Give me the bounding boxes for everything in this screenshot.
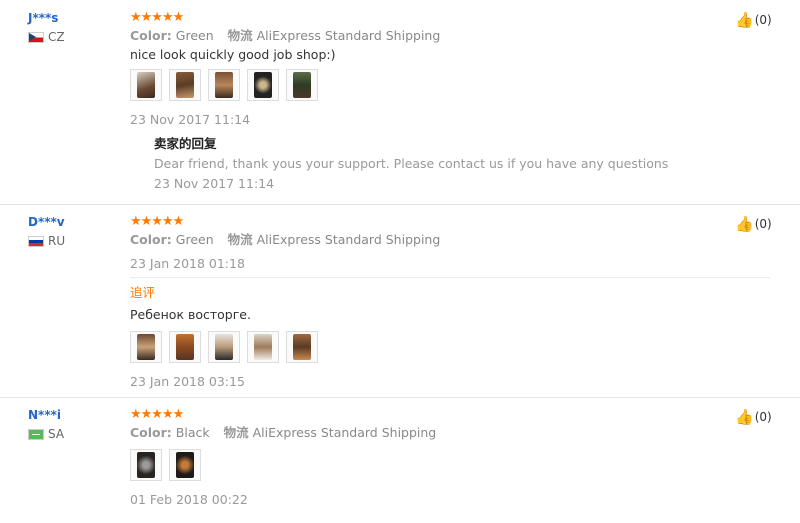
review-item: N***i SA ★★★★★ Color: Black 物流 AliExpres… — [0, 397, 800, 523]
color-label: Color: — [130, 425, 172, 440]
flag-cz-icon — [28, 31, 44, 43]
helpful-button[interactable]: 👍 (0) — [735, 408, 772, 426]
review-date: 01 Feb 2018 00:22 — [130, 492, 248, 507]
flag-ru-icon — [28, 235, 44, 247]
shipping-value: AliExpress Standard Shipping — [252, 425, 437, 440]
thumbs-up-icon: 👍 — [735, 11, 754, 29]
reviewer-info: N***i SA — [28, 407, 64, 441]
star-rating: ★★★★★ — [130, 10, 184, 25]
thumbs-up-icon: 👍 — [735, 215, 754, 233]
order-info: Color: Green 物流 AliExpress Standard Ship… — [130, 230, 730, 249]
helpful-count: (0) — [754, 217, 772, 231]
country-code: RU — [48, 234, 66, 248]
star-rating: ★★★★★ — [130, 407, 184, 422]
review-item: J***s CZ ★★★★★ Color: Green 物流 AliExpres… — [0, 0, 800, 205]
reply-text: Dear friend, thank yous your support. Pl… — [154, 156, 669, 171]
reviewer-country: RU — [28, 234, 65, 248]
review-photos — [130, 69, 730, 101]
star-rating: ★★★★★ — [130, 214, 184, 229]
review-text: nice look quickly good job shop:) — [130, 47, 336, 62]
additional-review: 追评 Ребенок восторге. 23 Jan 2018 03:15 — [130, 283, 730, 392]
review-photo[interactable] — [286, 331, 318, 363]
review-photos — [130, 331, 730, 363]
color-value: Black — [175, 425, 210, 440]
review-content: ★★★★★ Color: Black 物流 AliExpress Standar… — [130, 407, 730, 510]
additional-review-date: 23 Jan 2018 03:15 — [130, 374, 245, 389]
additional-review-label: 追评 — [130, 285, 156, 300]
review-photo[interactable] — [247, 69, 279, 101]
reviewer-info: J***s CZ — [28, 10, 65, 44]
helpful-button[interactable]: 👍 (0) — [735, 11, 772, 29]
flag-sa-icon — [28, 428, 44, 440]
review-photo[interactable] — [208, 69, 240, 101]
review-content: ★★★★★ Color: Green 物流 AliExpress Standar… — [130, 10, 730, 194]
color-value: Green — [175, 232, 214, 247]
order-info: Color: Green 物流 AliExpress Standard Ship… — [130, 26, 730, 45]
reviewer-name: D***v — [28, 215, 65, 229]
review-photo[interactable] — [130, 331, 162, 363]
review-date: 23 Nov 2017 11:14 — [130, 112, 251, 127]
shipping-label: 物流 — [223, 425, 249, 440]
reviewer-name: J***s — [28, 11, 59, 25]
shipping-label: 物流 — [227, 28, 253, 43]
reviewer-country: CZ — [28, 30, 65, 44]
review-photo[interactable] — [130, 69, 162, 101]
shipping-label: 物流 — [227, 232, 253, 247]
order-info: Color: Black 物流 AliExpress Standard Ship… — [130, 423, 730, 442]
thumbs-up-icon: 👍 — [735, 408, 754, 426]
helpful-count: (0) — [754, 410, 772, 424]
shipping-value: AliExpress Standard Shipping — [256, 232, 441, 247]
color-label: Color: — [130, 232, 172, 247]
reply-title: 卖家的回复 — [154, 136, 217, 151]
reply-date: 23 Nov 2017 11:14 — [154, 176, 275, 191]
review-photo[interactable] — [247, 331, 279, 363]
review-photo[interactable] — [130, 449, 162, 481]
shipping-value: AliExpress Standard Shipping — [256, 28, 441, 43]
color-label: Color: — [130, 28, 172, 43]
country-code: CZ — [48, 30, 65, 44]
divider — [130, 277, 770, 278]
review-photo[interactable] — [208, 331, 240, 363]
color-value: Green — [175, 28, 214, 43]
seller-reply: 卖家的回复 Dear friend, thank yous your suppo… — [154, 134, 730, 194]
reviewer-country: SA — [28, 427, 64, 441]
country-code: SA — [48, 427, 65, 441]
review-photo[interactable] — [169, 69, 201, 101]
review-item: D***v RU ★★★★★ Color: Green 物流 AliExpres… — [0, 204, 800, 398]
helpful-count: (0) — [754, 13, 772, 27]
review-photo[interactable] — [169, 449, 201, 481]
review-photos — [130, 449, 730, 481]
reviewer-info: D***v RU — [28, 214, 65, 248]
review-photo[interactable] — [169, 331, 201, 363]
review-content: ★★★★★ Color: Green 物流 AliExpress Standar… — [130, 214, 730, 274]
additional-review-text: Ребенок восторге. — [130, 307, 251, 322]
helpful-button[interactable]: 👍 (0) — [735, 215, 772, 233]
reviewer-name: N***i — [28, 408, 61, 422]
review-date: 23 Jan 2018 01:18 — [130, 256, 245, 271]
review-photo[interactable] — [286, 69, 318, 101]
